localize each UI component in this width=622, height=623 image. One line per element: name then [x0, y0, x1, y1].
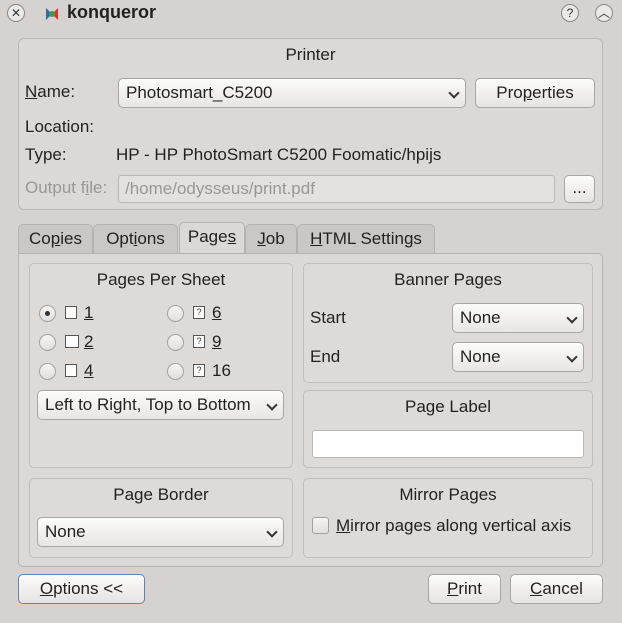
browse-button[interactable]: ...	[564, 175, 595, 203]
pages-4-radio[interactable]	[39, 363, 56, 380]
page-border-value: None	[45, 522, 86, 541]
page-layout-1-icon	[65, 306, 77, 319]
output-file-field[interactable]: /home/odysseus/print.pdf	[118, 175, 555, 203]
banner-end-value: None	[460, 347, 501, 366]
page-layout-16-icon: ?	[193, 364, 205, 377]
pages-1-radio[interactable]	[39, 305, 56, 322]
pages-9-radio[interactable]	[167, 334, 184, 351]
page-layout-2-icon	[65, 335, 79, 348]
type-label: Type:	[25, 145, 67, 164]
tab-copies[interactable]: Copies	[18, 224, 93, 254]
banner-start-label: Start	[310, 308, 346, 327]
printer-name-select[interactable]: Photosmart_C5200	[118, 78, 466, 108]
chevron-down-icon	[448, 87, 460, 99]
tab-job[interactable]: Job	[245, 224, 297, 254]
cancel-button[interactable]: Cancel	[510, 574, 603, 604]
printer-name-value: Photosmart_C5200	[126, 83, 273, 102]
banner-end-select[interactable]: None	[452, 342, 584, 372]
pages-1-label: 1	[84, 303, 94, 322]
tab-options[interactable]: Options	[93, 224, 178, 254]
output-file-label: Output file:	[25, 178, 108, 197]
printer-group-title: Printer	[285, 45, 336, 64]
options-toggle-button[interactable]: Options <<	[18, 574, 145, 604]
pages-6-label: 6	[212, 303, 222, 322]
pages-16-label: 16	[212, 361, 231, 380]
close-icon[interactable]: ✕	[7, 4, 25, 22]
name-label-text: ame:	[37, 82, 76, 101]
tab-pages[interactable]: Pages	[179, 222, 245, 255]
location-label: Location:	[25, 117, 94, 136]
page-border-title: Page Border	[113, 485, 209, 504]
type-value: HP - HP PhotoSmart C5200 Foomatic/hpijs	[116, 145, 442, 164]
pages-16-radio[interactable]	[167, 363, 184, 380]
chevron-down-icon	[566, 351, 578, 363]
page-layout-6-icon: ?	[193, 306, 205, 319]
chevron-down-icon	[566, 312, 578, 324]
chevron-down-icon	[266, 526, 278, 538]
pages-2-label: 2	[84, 332, 94, 351]
page-order-select[interactable]: Left to Right, Top to Bottom	[37, 390, 284, 420]
page-label-input[interactable]	[312, 430, 584, 458]
banner-pages-title: Banner Pages	[394, 270, 502, 289]
page-border-select[interactable]: None	[37, 517, 284, 547]
mirror-pages-title: Mirror Pages	[399, 485, 497, 504]
title-bar: ✕ konqueror ? ︿	[0, 0, 622, 28]
konqueror-icon	[46, 8, 58, 20]
help-icon[interactable]: ?	[561, 4, 579, 22]
page-layout-9-icon: ?	[193, 335, 205, 348]
mirror-pages-checkbox[interactable]	[312, 517, 329, 534]
properties-button[interactable]: Properties	[475, 78, 595, 108]
pages-4-label: 4	[84, 361, 94, 380]
banner-start-value: None	[460, 308, 501, 327]
mirror-pages-label: Mirror pages along vertical axis	[336, 516, 572, 535]
page-label-title: Page Label	[404, 397, 492, 416]
pages-2-radio[interactable]	[39, 334, 56, 351]
chevron-up-icon[interactable]: ︿	[595, 4, 613, 22]
pages-9-label: 9	[212, 332, 222, 351]
banner-start-select[interactable]: None	[452, 303, 584, 333]
pages-per-sheet-title: Pages Per Sheet	[96, 270, 226, 289]
print-button[interactable]: Print	[428, 574, 501, 604]
pages-6-radio[interactable]	[167, 305, 184, 322]
tab-html-settings[interactable]: HTML Settings	[297, 224, 435, 254]
chevron-down-icon	[266, 399, 278, 411]
window-title: konqueror	[67, 2, 157, 22]
name-label: Name:	[25, 82, 76, 101]
page-layout-4-icon	[65, 364, 77, 377]
banner-end-label: End	[310, 347, 341, 366]
page-order-value: Left to Right, Top to Bottom	[45, 395, 251, 414]
